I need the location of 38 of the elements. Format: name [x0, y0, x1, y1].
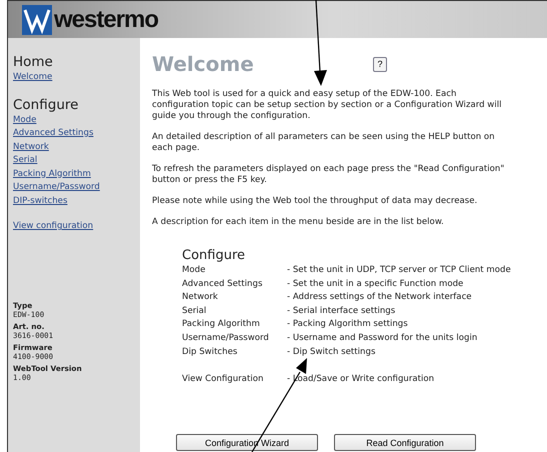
item-description: - Address settings of the Network interface — [287, 291, 472, 304]
sidebar-link[interactable]: Username/Password — [13, 181, 140, 194]
item-name: Packing Algorithm — [182, 318, 261, 332]
item-description: - Username and Password for the units login — [287, 332, 478, 345]
item-name: View Configuration — [182, 372, 264, 386]
action-button[interactable]: Configuration Wizard — [176, 434, 318, 452]
item-name: Dip Switches — [182, 346, 238, 359]
sidebar-link[interactable]: DIP-switches — [13, 194, 140, 208]
list-heading: Configure — [182, 248, 246, 263]
sidebar-link[interactable]: View configuration — [13, 220, 140, 234]
sidebar-link[interactable]: Welcome — [13, 71, 140, 84]
sidebar-link[interactable]: Advanced Settings — [13, 127, 140, 140]
item-description: - Serial interface settings — [287, 304, 396, 318]
paragraph: A description for each item in the menu beside are in the list below. — [152, 217, 445, 228]
item-name: Serial — [182, 304, 208, 318]
paragraph: An detailed description of all parameters can be seen using the HELP button on each page. — [152, 132, 496, 154]
item-description: - Packing Algorithm settings — [287, 318, 408, 332]
logo-icon — [22, 4, 52, 34]
item-description: - Set the unit in UDP, TCP server or TCP Client mode — [287, 264, 511, 277]
item-name: Advanced Settings — [182, 278, 264, 291]
paragraph: Please note while using the Web tool the throughput of data may decrease. — [152, 196, 478, 207]
paragraph: To refresh the parameters displayed on each page press the "Read Configuration" button or press the F5 key. — [152, 164, 506, 186]
sidebar-link[interactable]: Mode — [13, 114, 140, 127]
sidebar-link[interactable]: Packing Algorithm — [13, 168, 140, 181]
page-title: Welcome — [152, 52, 254, 76]
sidebar-heading: Home — [13, 54, 54, 70]
logo-text: westermo — [54, 6, 158, 34]
paragraph: This Web tool is used for a quick and easy setup of the EDW-100. Each configuration topic can be setup section by section or a Configuration Wizard will guide you through the configuration. — [152, 89, 502, 122]
item-name: Network — [182, 291, 219, 304]
item-description: - Dip Switch settings — [287, 346, 376, 359]
sidebar-heading: Configure — [13, 96, 80, 112]
item-name: Username/Password — [182, 332, 270, 345]
action-button[interactable]: Read Configuration — [334, 434, 476, 452]
sidebar-link[interactable]: Network — [13, 140, 140, 154]
help-button[interactable]: ? — [373, 56, 387, 72]
sidebar-link[interactable]: Serial — [13, 154, 140, 168]
item-name: Mode — [182, 264, 206, 277]
item-description: - Set the unit in a specific Function mode — [287, 278, 464, 291]
